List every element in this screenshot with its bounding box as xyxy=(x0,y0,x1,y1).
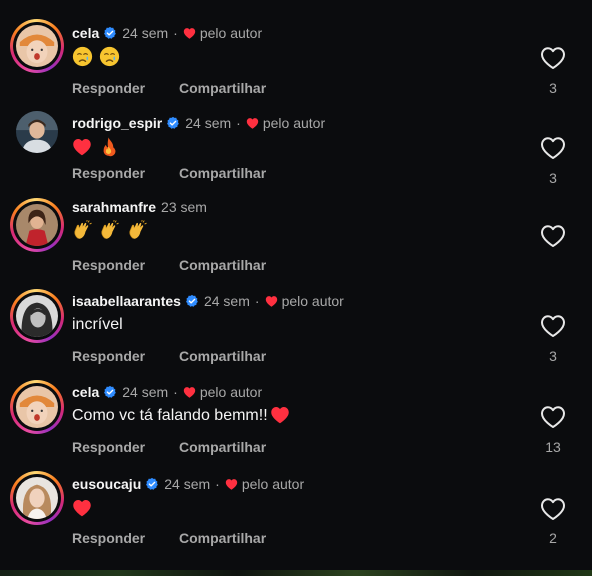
username[interactable]: cela xyxy=(72,383,99,401)
heart-icon xyxy=(265,295,278,307)
liked-by-author-label: pelo autor xyxy=(199,384,263,400)
comment-meta: isaabellaarantes 24 sem · pelo autor xyxy=(72,292,344,310)
avatar[interactable] xyxy=(10,198,64,252)
comment-meta: cela 24 sem · pelo autor xyxy=(72,383,262,401)
heart-icon xyxy=(183,27,196,39)
avatar-image xyxy=(16,25,58,67)
reply-button[interactable]: Responder xyxy=(72,165,145,181)
reply-button[interactable]: Responder xyxy=(72,257,145,273)
separator: · xyxy=(173,25,178,41)
heart-icon xyxy=(225,478,238,490)
separator: · xyxy=(173,384,178,400)
username[interactable]: isaabellaarantes xyxy=(72,292,181,310)
red-heart-icon xyxy=(270,405,290,424)
red-heart-icon xyxy=(72,498,92,517)
red-heart-icon xyxy=(72,137,92,156)
heart-outline-icon[interactable] xyxy=(540,46,566,70)
comment-meta: cela 24 sem · pelo autor xyxy=(72,24,262,42)
clapping-hands-icon xyxy=(72,220,93,241)
separator: · xyxy=(236,115,241,131)
share-button[interactable]: Compartilhar xyxy=(179,439,266,455)
crying-face-icon xyxy=(99,46,120,67)
username[interactable]: rodrigo_espir xyxy=(72,114,162,132)
heart-outline-icon[interactable] xyxy=(540,136,566,160)
liked-by-author-label: pelo autor xyxy=(281,293,344,309)
avatar-image xyxy=(16,204,58,246)
heart-icon xyxy=(246,117,259,129)
timestamp: 24 sem xyxy=(203,293,250,309)
username[interactable]: eusoucaju xyxy=(72,475,141,493)
like-count: 3 xyxy=(549,80,557,96)
bottom-edge-strip xyxy=(0,570,592,576)
liked-by-author-label: pelo autor xyxy=(262,115,326,131)
reply-button[interactable]: Responder xyxy=(72,439,145,455)
comment-meta: rodrigo_espir 24 sem · pelo autor xyxy=(72,114,325,132)
share-button[interactable]: Compartilhar xyxy=(179,80,266,96)
reply-button[interactable]: Responder xyxy=(72,348,145,364)
timestamp: 24 sem xyxy=(122,384,169,400)
comment-actions: Responder Compartilhar xyxy=(72,530,296,546)
timestamp: 24 sem xyxy=(122,25,169,41)
heart-outline-icon[interactable] xyxy=(540,314,566,338)
crying-face-icon xyxy=(72,46,93,67)
verified-badge-icon xyxy=(185,294,199,308)
comment-text xyxy=(72,220,150,242)
separator: · xyxy=(254,293,260,309)
reply-button[interactable]: Responder xyxy=(72,80,145,96)
comment-actions: Responder Compartilhar xyxy=(72,257,296,273)
comment-text xyxy=(72,136,121,158)
liked-by-author-label: pelo autor xyxy=(241,476,305,492)
comment-text: incrível xyxy=(72,316,123,333)
avatar[interactable] xyxy=(10,471,64,525)
avatar[interactable] xyxy=(10,19,64,73)
separator: · xyxy=(215,476,220,492)
share-button[interactable]: Compartilhar xyxy=(179,348,266,364)
clapping-hands-icon xyxy=(127,220,148,241)
like-count: 3 xyxy=(549,170,557,186)
avatar-image xyxy=(16,111,58,153)
comment-actions: Responder Compartilhar xyxy=(72,80,296,96)
heart-outline-icon[interactable] xyxy=(540,497,566,521)
like-count: 3 xyxy=(549,348,557,364)
timestamp: 24 sem xyxy=(185,115,232,131)
reply-button[interactable]: Responder xyxy=(72,530,145,546)
heart-icon xyxy=(183,386,196,398)
like-count: 13 xyxy=(545,439,561,455)
verified-badge-icon xyxy=(103,26,117,40)
heart-outline-icon[interactable] xyxy=(540,405,566,429)
verified-badge-icon xyxy=(103,385,117,399)
timestamp: 24 sem xyxy=(164,476,211,492)
avatar-image xyxy=(16,295,58,337)
fire-icon xyxy=(98,136,119,157)
comment-text xyxy=(72,497,94,519)
comment-actions: Responder Compartilhar xyxy=(72,348,296,364)
verified-badge-icon xyxy=(145,477,159,491)
username[interactable]: cela xyxy=(72,24,99,42)
avatar[interactable] xyxy=(10,380,64,434)
comment-text: Como vc tá falando bemm!! xyxy=(72,405,292,427)
liked-by-author-label: pelo autor xyxy=(199,25,263,41)
comment-meta: sarahmanfre 23 sem xyxy=(72,198,207,216)
heart-outline-icon[interactable] xyxy=(540,224,566,248)
clapping-hands-icon xyxy=(99,220,120,241)
avatar[interactable] xyxy=(10,289,64,343)
comment-meta: eusoucaju 24 sem · pelo autor xyxy=(72,475,304,493)
share-button[interactable]: Compartilhar xyxy=(179,530,266,546)
like-count: 2 xyxy=(549,530,557,546)
avatar-image xyxy=(16,386,58,428)
comment-actions: Responder Compartilhar xyxy=(72,439,296,455)
comment-actions: Responder Compartilhar xyxy=(72,165,296,181)
comment-text xyxy=(72,46,122,68)
avatar-image xyxy=(16,477,58,519)
share-button[interactable]: Compartilhar xyxy=(179,165,266,181)
timestamp: 23 sem xyxy=(161,199,207,215)
username[interactable]: sarahmanfre xyxy=(72,198,156,216)
share-button[interactable]: Compartilhar xyxy=(179,257,266,273)
comment-text-content: Como vc tá falando bemm!! xyxy=(72,407,268,424)
avatar[interactable] xyxy=(10,105,64,159)
verified-badge-icon xyxy=(166,116,180,130)
